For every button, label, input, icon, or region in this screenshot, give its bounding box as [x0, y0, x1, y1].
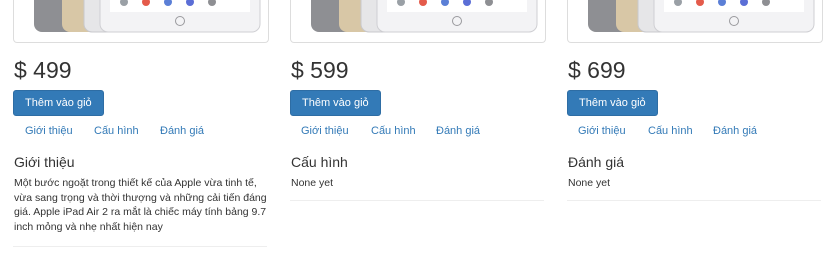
- ipad-image: [34, 0, 261, 33]
- product-thumbnail[interactable]: [290, 0, 546, 43]
- ipad-image: [311, 0, 538, 33]
- tab-reviews[interactable]: Đánh giá: [160, 121, 204, 141]
- tab-specs[interactable]: Cấu hình: [371, 121, 416, 141]
- section-title: Giới thiệu: [14, 154, 75, 170]
- section-body: None yet: [291, 177, 334, 189]
- product-tabs: Giới thiệu Cấu hình Đánh giá: [13, 121, 267, 141]
- ipad-image: [588, 0, 815, 33]
- add-to-cart-button[interactable]: Thêm vào giỏ: [290, 90, 381, 116]
- divider: [567, 200, 821, 201]
- product-price: $ 699: [568, 57, 626, 83]
- section-body: Một bước ngoặt trong thiết kế của Apple …: [14, 177, 267, 233]
- tab-specs[interactable]: Cấu hình: [648, 121, 693, 141]
- product-price: $ 499: [14, 57, 72, 83]
- section-title: Đánh giá: [568, 154, 625, 170]
- section-body: None yet: [568, 177, 611, 189]
- tab-intro[interactable]: Giới thiệu: [578, 121, 626, 141]
- product-thumbnail[interactable]: [13, 0, 269, 43]
- tab-reviews[interactable]: Đánh giá: [713, 121, 757, 141]
- product-tabs: Giới thiệu Cấu hình Đánh giá: [567, 121, 821, 141]
- product-thumbnail[interactable]: [567, 0, 823, 43]
- product-price: $ 599: [291, 57, 349, 83]
- divider: [290, 200, 544, 201]
- tab-reviews[interactable]: Đánh giá: [436, 121, 480, 141]
- tab-intro[interactable]: Giới thiệu: [25, 121, 73, 141]
- divider: [13, 246, 267, 247]
- add-to-cart-button[interactable]: Thêm vào giỏ: [13, 90, 104, 116]
- section-title: Cấu hình: [291, 154, 348, 170]
- tab-specs[interactable]: Cấu hình: [94, 121, 139, 141]
- tab-intro[interactable]: Giới thiệu: [301, 121, 349, 141]
- product-tabs: Giới thiệu Cấu hình Đánh giá: [290, 121, 544, 141]
- add-to-cart-button[interactable]: Thêm vào giỏ: [567, 90, 658, 116]
